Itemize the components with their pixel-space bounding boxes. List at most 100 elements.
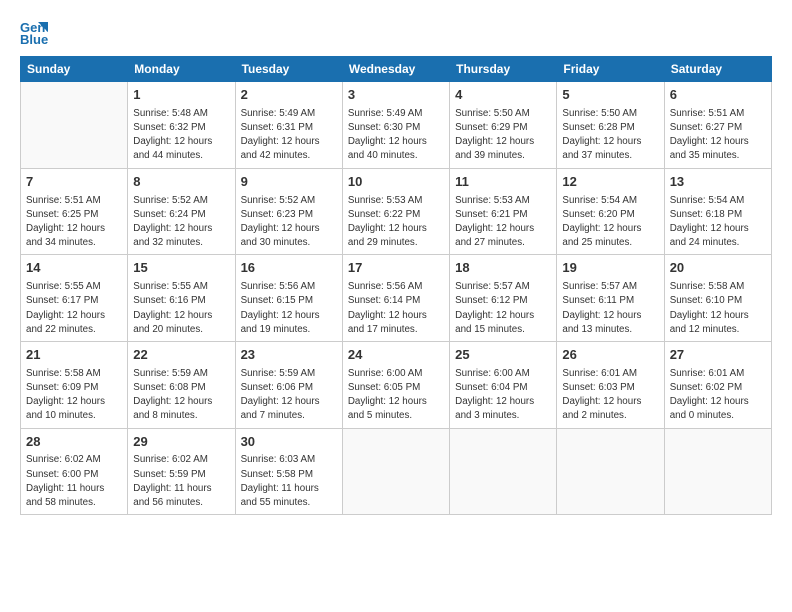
calendar-cell: 15 Sunrise: 5:55 AM Sunset: 6:16 PM Dayli… (128, 255, 235, 342)
day-info: Sunrise: 5:53 AM Sunset: 6:21 PM Dayligh… (455, 194, 551, 251)
calendar-cell: 6 Sunrise: 5:51 AM Sunset: 6:27 PM Daylig… (664, 82, 771, 169)
weekday-header-sunday: Sunday (21, 57, 128, 82)
calendar-cell (664, 428, 771, 515)
day-number: 20 (670, 259, 766, 278)
calendar-cell (450, 428, 557, 515)
day-info: Sunrise: 5:54 AM Sunset: 6:20 PM Dayligh… (562, 194, 658, 251)
calendar-cell: 30Sunrise: 6:03 AM Sunset: 5:58 PM Dayli… (235, 428, 342, 515)
day-info: Sunrise: 6:02 AM Sunset: 5:59 PM Dayligh… (133, 453, 229, 510)
day-number: 6 (670, 86, 766, 105)
day-number: 22 (133, 346, 229, 365)
calendar-header: SundayMondayTuesdayWednesdayThursdayFrid… (21, 57, 772, 82)
calendar-cell: 5 Sunrise: 5:50 AM Sunset: 6:28 PM Daylig… (557, 82, 664, 169)
day-number: 5 (562, 86, 658, 105)
weekday-header-wednesday: Wednesday (342, 57, 449, 82)
header: General Blue (20, 18, 772, 46)
day-info: Sunrise: 5:58 AM Sunset: 6:10 PM Dayligh… (670, 280, 766, 337)
calendar-cell: 12Sunrise: 5:54 AM Sunset: 6:20 PM Dayli… (557, 168, 664, 255)
page: General Blue SundayMondayTuesdayWednesda… (0, 0, 792, 612)
calendar-cell (21, 82, 128, 169)
calendar-body: 1 Sunrise: 5:48 AM Sunset: 6:32 PM Daylig… (21, 82, 772, 515)
day-number: 2 (241, 86, 337, 105)
day-number: 14 (26, 259, 122, 278)
day-info: Sunrise: 5:51 AM Sunset: 6:27 PM Dayligh… (670, 107, 766, 164)
day-number: 13 (670, 173, 766, 192)
day-number: 24 (348, 346, 444, 365)
calendar-week-4: 28Sunrise: 6:02 AM Sunset: 6:00 PM Dayli… (21, 428, 772, 515)
day-info: Sunrise: 5:51 AM Sunset: 6:25 PM Dayligh… (26, 194, 122, 251)
calendar-cell: 25 Sunrise: 6:00 AM Sunset: 6:04 PM Dayli… (450, 341, 557, 428)
day-number: 11 (455, 173, 551, 192)
calendar-cell: 13 Sunrise: 5:54 AM Sunset: 6:18 PM Dayli… (664, 168, 771, 255)
svg-text:Blue: Blue (20, 32, 48, 46)
day-number: 28 (26, 433, 122, 452)
day-number: 29 (133, 433, 229, 452)
day-info: Sunrise: 6:00 AM Sunset: 6:05 PM Dayligh… (348, 367, 444, 424)
day-info: Sunrise: 5:54 AM Sunset: 6:18 PM Dayligh… (670, 194, 766, 251)
calendar-cell: 1 Sunrise: 5:48 AM Sunset: 6:32 PM Daylig… (128, 82, 235, 169)
day-info: Sunrise: 6:00 AM Sunset: 6:04 PM Dayligh… (455, 367, 551, 424)
calendar-cell: 14Sunrise: 5:55 AM Sunset: 6:17 PM Dayli… (21, 255, 128, 342)
calendar-cell (342, 428, 449, 515)
weekday-header-monday: Monday (128, 57, 235, 82)
day-info: Sunrise: 5:57 AM Sunset: 6:11 PM Dayligh… (562, 280, 658, 337)
day-info: Sunrise: 6:01 AM Sunset: 6:03 PM Dayligh… (562, 367, 658, 424)
calendar-week-2: 14Sunrise: 5:55 AM Sunset: 6:17 PM Dayli… (21, 255, 772, 342)
calendar-cell: 7 Sunrise: 5:51 AM Sunset: 6:25 PM Daylig… (21, 168, 128, 255)
calendar-cell: 24 Sunrise: 6:00 AM Sunset: 6:05 PM Dayli… (342, 341, 449, 428)
day-number: 26 (562, 346, 658, 365)
day-info: Sunrise: 5:55 AM Sunset: 6:16 PM Dayligh… (133, 280, 229, 337)
day-number: 19 (562, 259, 658, 278)
calendar-cell: 4 Sunrise: 5:50 AM Sunset: 6:29 PM Daylig… (450, 82, 557, 169)
calendar-cell: 27Sunrise: 6:01 AM Sunset: 6:02 PM Dayli… (664, 341, 771, 428)
day-number: 25 (455, 346, 551, 365)
day-info: Sunrise: 5:49 AM Sunset: 6:30 PM Dayligh… (348, 107, 444, 164)
day-info: Sunrise: 5:48 AM Sunset: 6:32 PM Dayligh… (133, 107, 229, 164)
day-info: Sunrise: 5:59 AM Sunset: 6:08 PM Dayligh… (133, 367, 229, 424)
day-number: 1 (133, 86, 229, 105)
day-number: 10 (348, 173, 444, 192)
calendar-cell: 22 Sunrise: 5:59 AM Sunset: 6:08 PM Dayli… (128, 341, 235, 428)
weekday-header-saturday: Saturday (664, 57, 771, 82)
day-info: Sunrise: 5:56 AM Sunset: 6:15 PM Dayligh… (241, 280, 337, 337)
calendar-cell: 23 Sunrise: 5:59 AM Sunset: 6:06 PM Dayli… (235, 341, 342, 428)
weekday-header-tuesday: Tuesday (235, 57, 342, 82)
day-info: Sunrise: 5:50 AM Sunset: 6:28 PM Dayligh… (562, 107, 658, 164)
day-info: Sunrise: 5:50 AM Sunset: 6:29 PM Dayligh… (455, 107, 551, 164)
day-info: Sunrise: 6:02 AM Sunset: 6:00 PM Dayligh… (26, 453, 122, 510)
day-number: 18 (455, 259, 551, 278)
day-number: 4 (455, 86, 551, 105)
day-info: Sunrise: 5:52 AM Sunset: 6:23 PM Dayligh… (241, 194, 337, 251)
calendar-cell: 10 Sunrise: 5:53 AM Sunset: 6:22 PM Dayli… (342, 168, 449, 255)
day-number: 9 (241, 173, 337, 192)
day-info: Sunrise: 5:59 AM Sunset: 6:06 PM Dayligh… (241, 367, 337, 424)
calendar-cell: 8Sunrise: 5:52 AM Sunset: 6:24 PM Daylig… (128, 168, 235, 255)
calendar-cell: 18Sunrise: 5:57 AM Sunset: 6:12 PM Dayli… (450, 255, 557, 342)
day-number: 23 (241, 346, 337, 365)
calendar-cell: 20 Sunrise: 5:58 AM Sunset: 6:10 PM Dayli… (664, 255, 771, 342)
day-number: 7 (26, 173, 122, 192)
day-number: 17 (348, 259, 444, 278)
calendar-cell: 11 Sunrise: 5:53 AM Sunset: 6:21 PM Dayli… (450, 168, 557, 255)
calendar-cell (557, 428, 664, 515)
day-info: Sunrise: 5:53 AM Sunset: 6:22 PM Dayligh… (348, 194, 444, 251)
day-number: 21 (26, 346, 122, 365)
calendar-cell: 29Sunrise: 6:02 AM Sunset: 5:59 PM Dayli… (128, 428, 235, 515)
calendar-cell: 16 Sunrise: 5:56 AM Sunset: 6:15 PM Dayli… (235, 255, 342, 342)
day-number: 27 (670, 346, 766, 365)
day-info: Sunrise: 5:56 AM Sunset: 6:14 PM Dayligh… (348, 280, 444, 337)
calendar-cell: 21 Sunrise: 5:58 AM Sunset: 6:09 PM Dayli… (21, 341, 128, 428)
day-number: 30 (241, 433, 337, 452)
day-number: 8 (133, 173, 229, 192)
day-info: Sunrise: 5:58 AM Sunset: 6:09 PM Dayligh… (26, 367, 122, 424)
logo-icon: General Blue (20, 18, 48, 46)
day-number: 15 (133, 259, 229, 278)
calendar-cell: 19 Sunrise: 5:57 AM Sunset: 6:11 PM Dayli… (557, 255, 664, 342)
calendar-week-1: 7 Sunrise: 5:51 AM Sunset: 6:25 PM Daylig… (21, 168, 772, 255)
calendar-week-0: 1 Sunrise: 5:48 AM Sunset: 6:32 PM Daylig… (21, 82, 772, 169)
day-number: 16 (241, 259, 337, 278)
calendar-week-3: 21 Sunrise: 5:58 AM Sunset: 6:09 PM Dayli… (21, 341, 772, 428)
day-info: Sunrise: 5:49 AM Sunset: 6:31 PM Dayligh… (241, 107, 337, 164)
day-number: 3 (348, 86, 444, 105)
calendar-table: SundayMondayTuesdayWednesdayThursdayFrid… (20, 56, 772, 515)
